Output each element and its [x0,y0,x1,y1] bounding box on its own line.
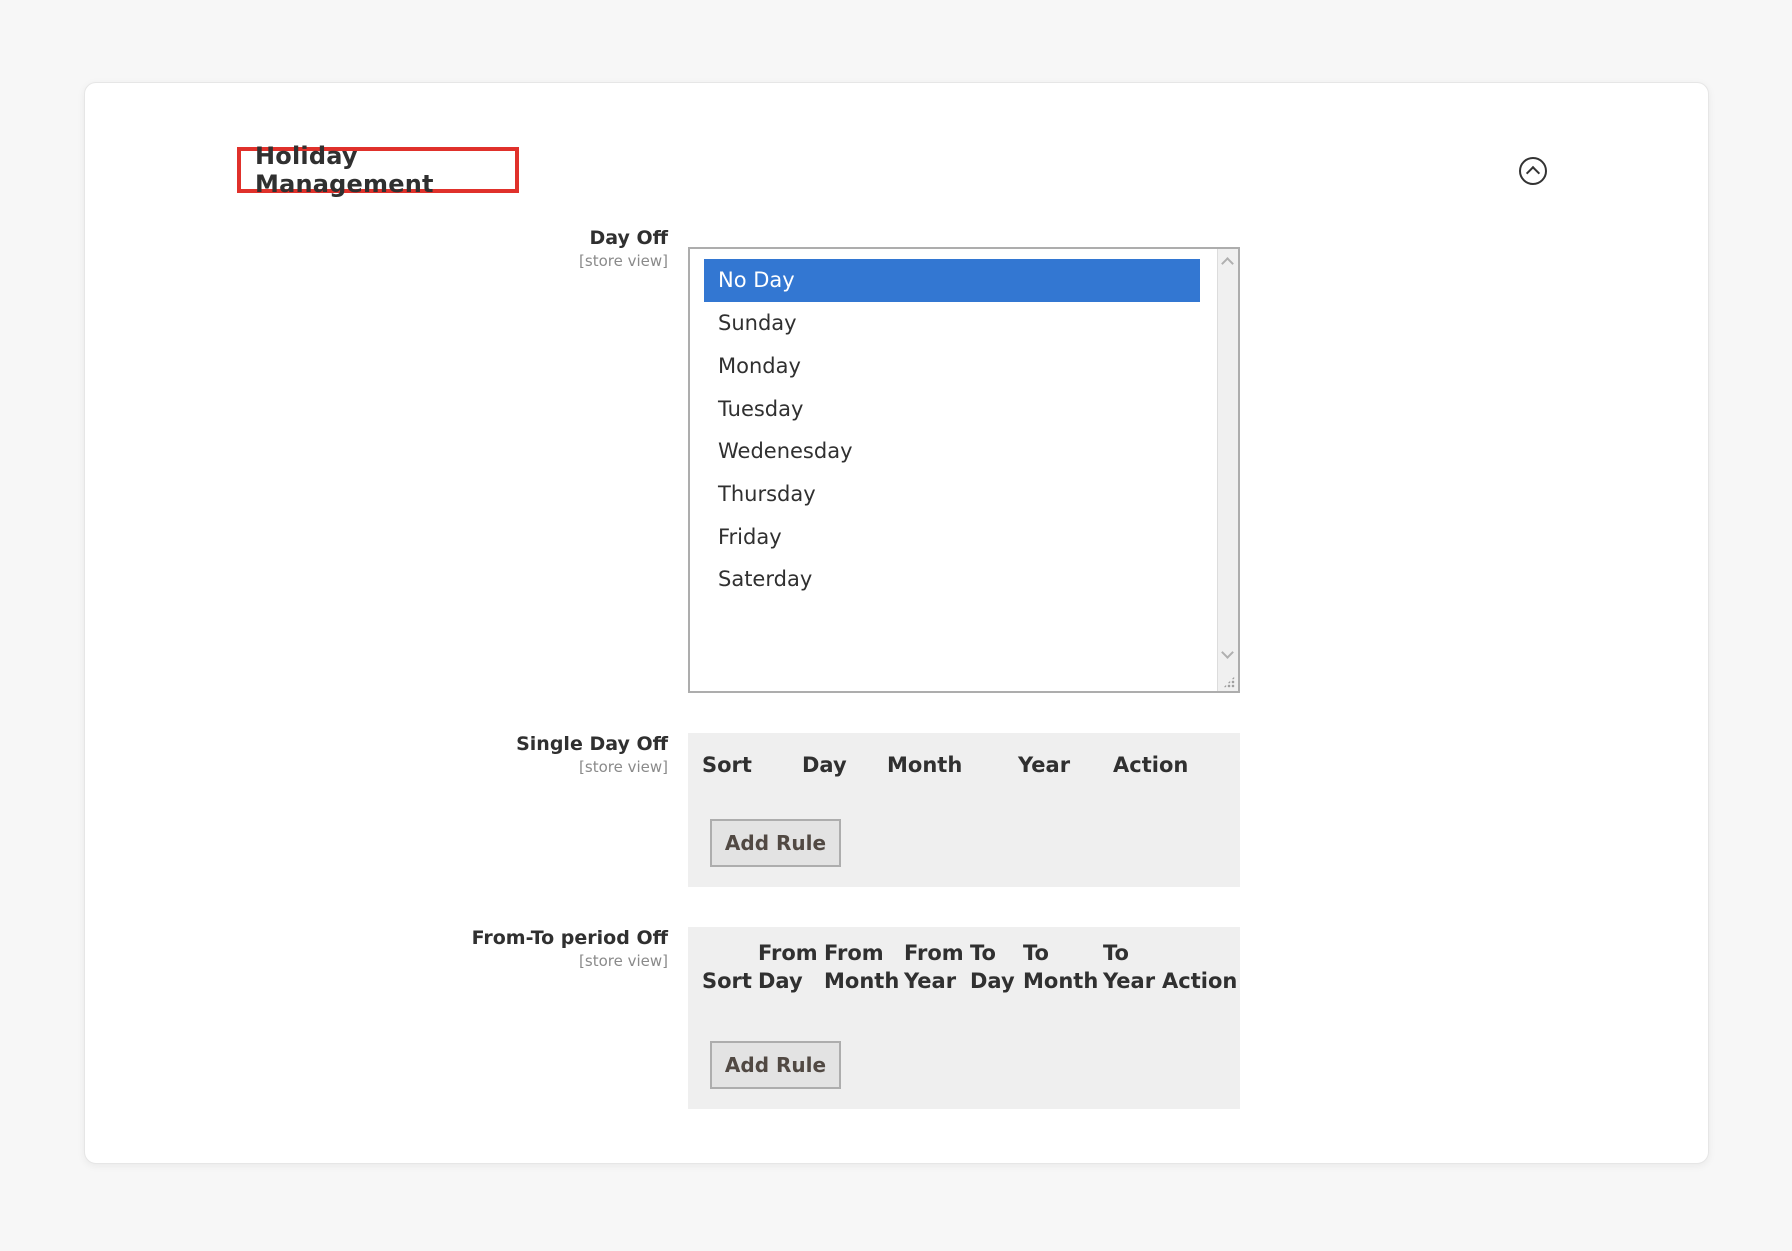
column-header-line2: Day [758,969,803,993]
column-header-to-day: To Day [970,939,1015,995]
day-off-label-text: Day Off [589,227,668,249]
column-header-line2: Day [970,969,1015,993]
single-day-off-add-rule-button[interactable]: Add Rule [710,819,841,867]
column-header-from-month: From Month [824,939,899,995]
chevron-up-circle-icon[interactable] [1519,157,1547,185]
column-header-day: Day [802,753,847,777]
column-header-line1 [1162,939,1237,967]
day-off-label: Day Off [store view] [579,227,668,270]
day-off-scope: [store view] [579,252,668,270]
section-title: Holiday Management [237,142,519,198]
day-off-option-wednesday[interactable]: Wedenesday [704,430,1200,473]
day-off-option-saturday[interactable]: Saterday [704,558,1200,601]
column-header-line2: Year [1103,969,1156,993]
day-off-option-sunday[interactable]: Sunday [704,302,1200,345]
day-off-option-no-day[interactable]: No Day [704,259,1200,302]
section-title-text: Holiday Management [255,142,434,198]
single-day-off-grid: Sort Day Month Year Action Add Rule [688,733,1240,887]
day-off-option-thursday[interactable]: Thursday [704,473,1200,516]
column-header-line1: To [970,941,996,965]
column-header-line2: Year [904,969,957,993]
column-header-from-day: From Day [758,939,818,995]
column-header-to-year: To Year [1103,939,1155,995]
column-header-sort: Sort [702,753,752,777]
single-day-off-scope: [store view] [579,758,668,776]
column-header-line1: From [904,941,964,965]
single-day-off-label-text: Single Day Off [516,733,668,755]
column-header-month: Month [887,753,963,777]
column-header-line2: Month [1023,969,1099,993]
day-off-multiselect[interactable]: No Day Sunday Monday Tuesday Wedenesday … [688,247,1240,693]
day-off-option-friday[interactable]: Friday [704,516,1200,559]
column-header-line2: Sort [702,969,752,993]
day-off-option-tuesday[interactable]: Tuesday [704,388,1200,431]
scroll-down-icon[interactable] [1221,646,1234,659]
column-header-line1: From [824,941,884,965]
scroll-up-icon[interactable] [1221,257,1234,270]
column-header-year: Year [1018,753,1071,777]
single-day-off-label: Single Day Off [store view] [516,733,668,776]
column-header-line1: From [758,941,818,965]
period-off-scope: [store view] [579,952,668,970]
column-header-line1 [702,939,752,967]
column-header-action: Action [1113,753,1189,777]
column-header-to-month: To Month [1023,939,1098,995]
period-off-grid: Sort From Day From Month From Year To Da… [688,927,1240,1109]
scrollbar[interactable] [1217,249,1238,691]
column-header-line2: Month [824,969,900,993]
holiday-management-card: Holiday Management Day Off [store view] … [84,82,1709,1164]
period-off-add-rule-button[interactable]: Add Rule [710,1041,841,1089]
day-off-option-monday[interactable]: Monday [704,345,1200,388]
column-header-line1: To [1023,941,1049,965]
period-off-label: From-To period Off [store view] [472,927,668,970]
column-header-line2: Action [1162,969,1238,993]
column-header-from-year: From Year [904,939,964,995]
column-header-line1: To [1103,941,1129,965]
column-header-sort: Sort [702,939,752,995]
column-header-action: Action [1162,939,1237,995]
period-off-label-text: From-To period Off [471,927,668,949]
